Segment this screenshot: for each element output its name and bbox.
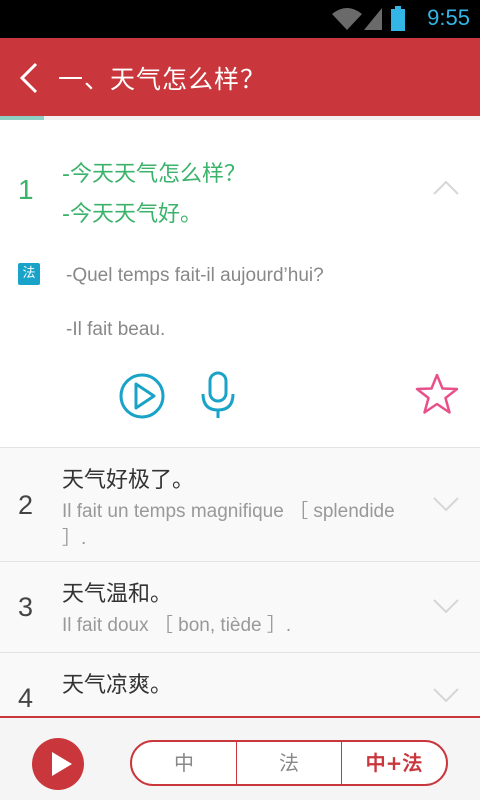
- mode-french-button[interactable]: 法: [236, 742, 341, 784]
- sentence-item-3[interactable]: 3 天气温和。 Il fait doux ［ bon, tiède ］.: [0, 562, 480, 653]
- fr-sentence: Il fait un temps magnifique ［ splendide …: [62, 501, 395, 549]
- fr-sentence: Il fait doux ［ bon, tiède ］.: [62, 615, 292, 636]
- battery-icon: [391, 6, 405, 31]
- zh-line-1: -今天天气怎么样？: [62, 162, 246, 187]
- item-number: 1: [18, 174, 34, 205]
- page-title: 一、天气怎么样？: [58, 65, 267, 94]
- play-audio-icon[interactable]: [118, 372, 166, 420]
- item-number: 3: [18, 592, 34, 622]
- zh-sentence: 天气温和。: [62, 582, 173, 607]
- chevron-down-icon[interactable]: [432, 596, 460, 616]
- signal-icon: [364, 8, 382, 30]
- item-number: 2: [18, 490, 34, 520]
- chevron-left-icon[interactable]: [12, 58, 48, 98]
- microphone-icon[interactable]: [198, 370, 238, 420]
- zh-sentence: 天气好极了。: [62, 468, 195, 493]
- chevron-down-icon[interactable]: [432, 494, 460, 514]
- language-mode-selector: 中 法 中+法: [130, 740, 448, 786]
- item-number: 4: [18, 683, 34, 713]
- zh-sentence: 天气凉爽。: [62, 673, 173, 698]
- play-all-button[interactable]: [32, 738, 84, 790]
- sentence-item-4[interactable]: 4 天气凉爽。: [0, 653, 480, 716]
- zh-line-2: -今天天气好。: [62, 202, 202, 227]
- mode-chinese-french-button[interactable]: 中+法: [341, 742, 446, 784]
- french-badge: 法: [18, 263, 40, 285]
- chevron-up-icon[interactable]: [432, 178, 460, 198]
- wifi-icon: [332, 8, 362, 30]
- sentence-item-1[interactable]: 1 -今天天气怎么样？ -今天天气好。 法 -Quel temps fait-i…: [0, 120, 480, 448]
- bottom-playback-bar: 中 法 中+法: [0, 716, 480, 800]
- fr-line-2: -Il fait beau.: [66, 319, 166, 340]
- app-header: 一、天气怎么样？: [0, 38, 480, 116]
- sentence-item-2[interactable]: 2 天气好极了。 Il fait un temps magnifique ［ s…: [0, 448, 480, 562]
- chevron-down-icon[interactable]: [432, 685, 460, 705]
- status-time: 9:55: [427, 5, 470, 30]
- fr-line-1: -Quel temps fait-il aujourd’hui?: [66, 265, 324, 286]
- mode-chinese-button[interactable]: 中: [132, 742, 236, 784]
- play-icon: [52, 752, 72, 776]
- star-favorite-icon[interactable]: [414, 372, 460, 416]
- status-bar: 9:55: [0, 0, 480, 38]
